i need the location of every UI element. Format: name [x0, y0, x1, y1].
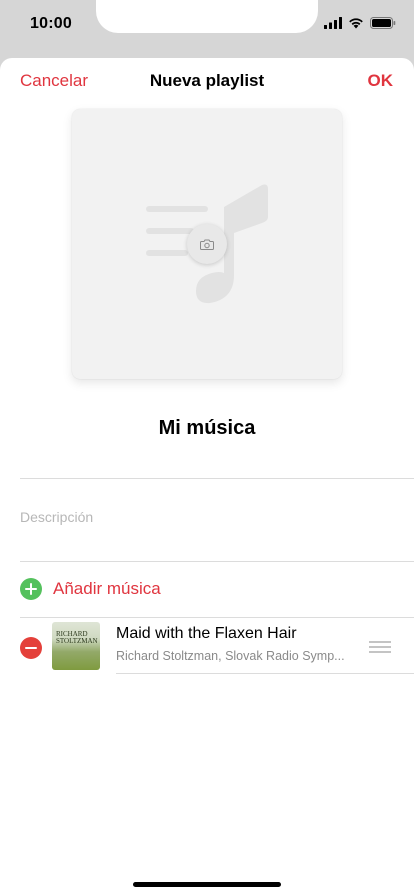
camera-icon — [200, 239, 214, 250]
status-bar: 10:00 — [0, 0, 414, 52]
ok-button[interactable]: OK — [368, 71, 394, 91]
new-playlist-sheet: Cancelar Nueva playlist OK Mi música Des… — [0, 58, 414, 896]
status-time: 10:00 — [30, 15, 72, 32]
playlist-name-field[interactable]: Mi música — [0, 417, 414, 440]
add-music-label: Añadir música — [53, 579, 161, 598]
minus-circle-icon — [25, 647, 37, 649]
system-icons — [324, 17, 396, 29]
album-art: RICHARD STOLTZMAN — [52, 622, 100, 670]
playlist-artwork[interactable] — [72, 109, 342, 379]
divider — [116, 673, 414, 674]
drag-handle-icon[interactable] — [369, 641, 391, 653]
home-indicator[interactable] — [133, 882, 281, 887]
camera-button[interactable] — [187, 224, 227, 264]
description-field[interactable]: Descripción — [20, 509, 93, 525]
notch — [96, 0, 318, 33]
navigation-bar: Cancelar Nueva playlist OK — [0, 58, 414, 102]
add-music-button[interactable]: Añadir música — [20, 578, 161, 600]
divider — [20, 561, 414, 562]
divider — [20, 617, 414, 618]
song-artist: Richard Stoltzman, Slovak Radio Symp... — [116, 649, 345, 663]
plus-circle-icon — [20, 578, 42, 600]
remove-song-button[interactable] — [20, 637, 42, 659]
cellular-signal-icon — [324, 17, 342, 29]
page-title: Nueva playlist — [149, 71, 265, 90]
battery-icon — [370, 17, 396, 29]
album-art-text: RICHARD STOLTZMAN — [56, 630, 98, 645]
list-item[interactable]: RICHARD STOLTZMAN Maid with the Flaxen H… — [0, 619, 414, 675]
divider — [20, 478, 414, 479]
wifi-icon — [349, 18, 363, 29]
song-title: Maid with the Flaxen Hair — [116, 625, 297, 642]
